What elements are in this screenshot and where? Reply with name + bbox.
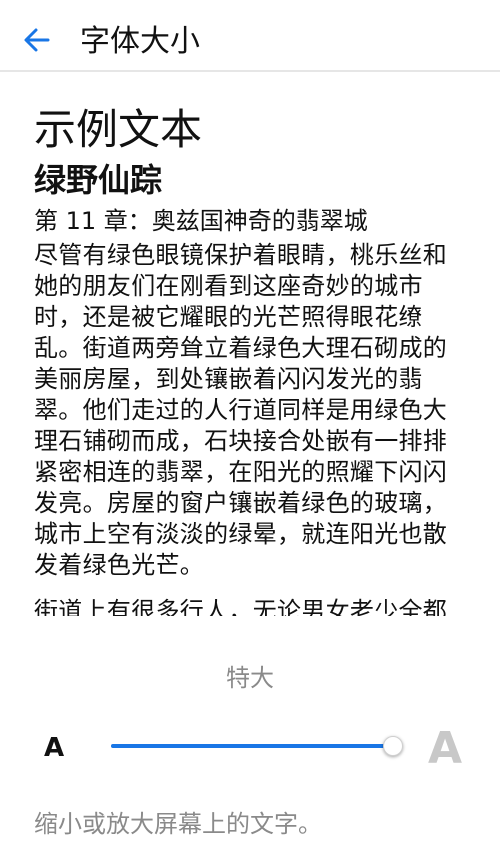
small-a-icon[interactable]: A bbox=[44, 731, 64, 765]
sample-paragraph: 尽管有绿色眼镜保护着眼睛，桃乐丝和 她的朋友们在刚看到这座奇妙的城市 时，还是被… bbox=[34, 240, 474, 581]
back-button[interactable] bbox=[18, 20, 58, 60]
font-size-controls: 特大 A A 缩小或放大屏幕上的文字。 bbox=[0, 616, 500, 862]
paragraph-line: 尽管有绿色眼镜保护着眼睛，桃乐丝和 bbox=[34, 241, 448, 269]
large-a-icon[interactable]: A bbox=[428, 724, 462, 774]
page-title: 字体大小 bbox=[80, 24, 200, 59]
paragraph-line: 时，还是被它耀眼的光芒照得眼花缭 bbox=[34, 303, 423, 331]
paragraph-line: 发亮。房屋的窗户镶嵌着绿色的玻璃， bbox=[34, 489, 448, 517]
sample-text-heading: 示例文本 bbox=[34, 105, 203, 154]
paragraph-line: 理石铺砌而成，石块接合处嵌有一排排 bbox=[34, 427, 448, 455]
arrow-left-icon bbox=[24, 28, 50, 52]
slider-fill bbox=[111, 744, 393, 748]
paragraph-line: 美丽房屋，到处镶嵌着闪闪发光的翡 bbox=[34, 365, 423, 393]
font-size-hint: 缩小或放大屏幕上的文字。 bbox=[34, 810, 322, 838]
sample-text-preview[interactable]: 示例文本 绿野仙踪 第 11 章：奥兹国神奇的翡翠城 尽管有绿色眼镜保护着眼睛，… bbox=[0, 72, 500, 616]
paragraph-line: 她的朋友们在刚看到这座奇妙的城市 bbox=[34, 272, 423, 300]
paragraph-line: 城市上空有淡淡的绿晕，就连阳光也散 bbox=[34, 520, 448, 548]
slider-thumb[interactable] bbox=[383, 736, 403, 756]
paragraph-line: 乱。街道两旁耸立着绿色大理石砌成的 bbox=[34, 334, 448, 362]
paragraph-line: 紧密相连的翡翠，在阳光的照耀下闪闪 bbox=[34, 458, 448, 486]
font-size-label: 特大 bbox=[226, 664, 274, 692]
font-size-slider[interactable] bbox=[111, 734, 403, 758]
paragraph-line: 翠。他们走过的人行道同样是用绿色大 bbox=[34, 396, 448, 424]
sample-paragraph-2: 街道上有很多行人，无论男女老少全都 bbox=[34, 597, 448, 616]
top-app-bar: 字体大小 bbox=[0, 0, 500, 72]
paragraph-line: 发着绿色光芒。 bbox=[34, 551, 205, 579]
chapter-title: 第 11 章：奥兹国神奇的翡翠城 bbox=[34, 207, 368, 235]
book-title: 绿野仙踪 bbox=[34, 161, 163, 199]
